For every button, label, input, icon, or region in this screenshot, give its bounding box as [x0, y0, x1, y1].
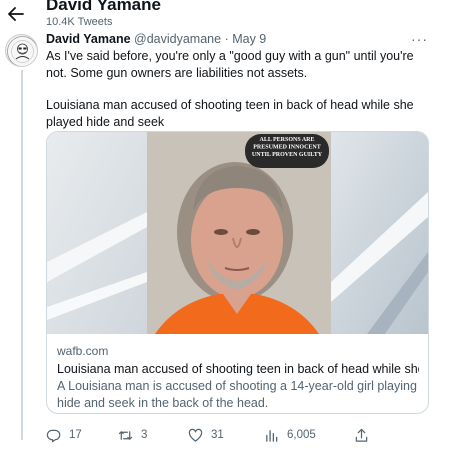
card-title: Louisiana man accused of shooting teen i… [57, 362, 419, 376]
retweet-button[interactable]: 3 [118, 426, 147, 444]
avatar[interactable] [5, 34, 38, 67]
back-button[interactable] [6, 6, 26, 22]
tweet-text-paragraph-1: As I've said before, you're only a "good… [46, 49, 414, 80]
tweet-header: David Yamane @davidyamane · May 9 [46, 31, 436, 47]
mugshot-badge-line: ALL PERSONS ARE [259, 137, 314, 143]
mugshot-badge-line: PRESUMED INNOCENT [253, 145, 321, 151]
like-button[interactable]: 31 [188, 426, 224, 444]
tweet-count: 10.4K Tweets [46, 16, 113, 28]
tweet-text-paragraph-2: Louisiana man accused of shooting teen i… [46, 98, 414, 129]
reply-count: 17 [69, 429, 82, 441]
mugshot-badge-line: UNTIL PROVEN GUILTY [252, 152, 323, 158]
more-icon[interactable]: ··· [411, 31, 428, 47]
retweet-count: 3 [141, 429, 148, 441]
card-description: A Louisiana man is accused of shooting a… [57, 379, 417, 410]
reply-button[interactable]: 17 [46, 426, 82, 444]
views-button[interactable]: 6,005 [264, 426, 316, 444]
back-arrow-icon [8, 7, 24, 21]
like-icon [188, 428, 203, 442]
tweet-date[interactable]: May 9 [232, 32, 266, 46]
card-domain: wafb.com [57, 344, 109, 358]
views-count: 6,005 [287, 429, 316, 441]
share-icon [355, 428, 368, 442]
reply-icon [46, 429, 61, 442]
profile-header: David Yamane 10.4K Tweets [0, 0, 450, 30]
tweet-actions: 17 3 31 6,005 [46, 426, 430, 444]
share-button[interactable] [354, 426, 377, 444]
link-card[interactable]: ALL PERSONS ARE PRESUMED INNOCENT UNTIL PR… [46, 131, 429, 414]
like-count: 31 [211, 429, 224, 441]
meta-separator: · [224, 32, 229, 46]
header-title: David Yamane [46, 0, 161, 14]
avatar-image [7, 36, 37, 66]
views-icon [266, 429, 278, 442]
retweet-icon [118, 430, 133, 440]
author-name[interactable]: David Yamane [46, 32, 131, 46]
card-image: ALL PERSONS ARE PRESUMED INNOCENTUNTIL PR… [47, 132, 428, 334]
thread-line [21, 70, 23, 440]
author-handle[interactable]: @davidyamane [134, 32, 221, 46]
